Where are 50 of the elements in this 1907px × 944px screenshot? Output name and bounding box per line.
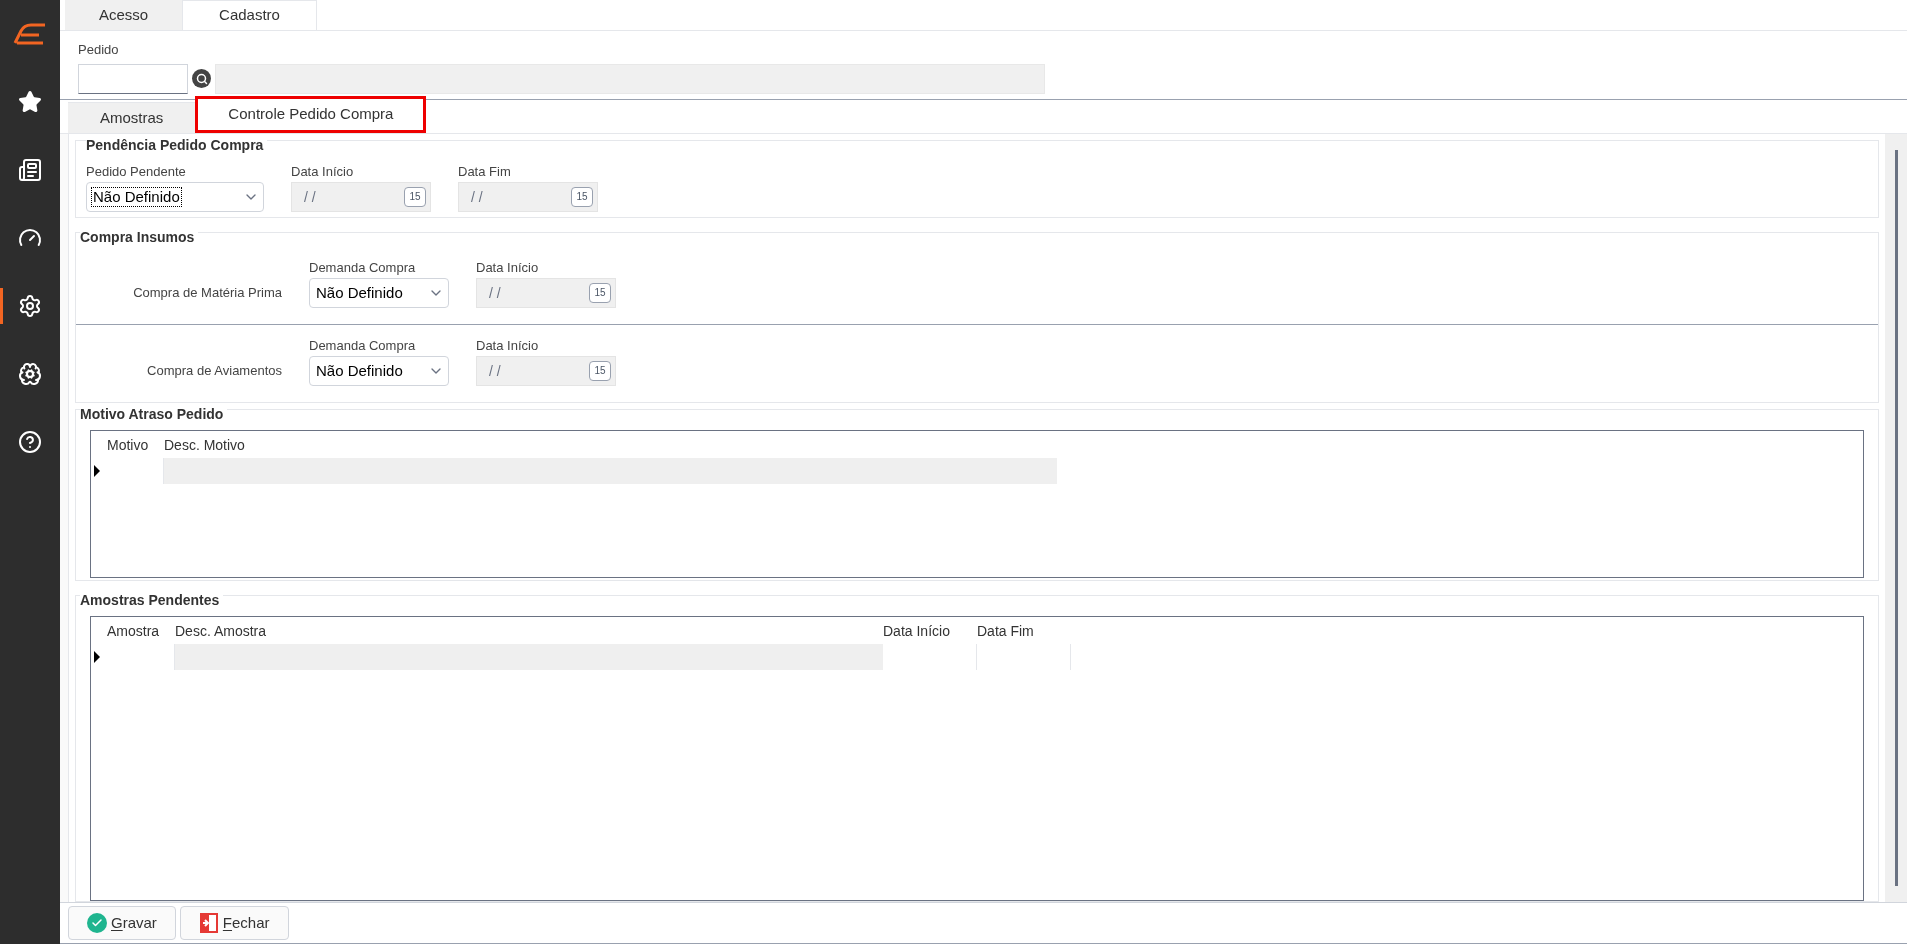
date-field[interactable]: / / 15 [476, 278, 616, 308]
row-indicator-icon [93, 651, 101, 663]
save-button[interactable]: Gravar [68, 906, 176, 940]
active-indicator [0, 288, 3, 324]
search-button[interactable] [192, 69, 211, 88]
section-title: Amostras Pendentes [80, 592, 224, 608]
scrollbar[interactable] [1885, 134, 1907, 902]
field-label: Data Início [476, 339, 540, 352]
dropdown[interactable]: Não Definido [86, 182, 264, 212]
exit-icon [198, 912, 219, 934]
date-field[interactable]: / / 15 [291, 182, 431, 212]
column-header[interactable]: Data Fim [977, 621, 1071, 642]
row-label: Compra de Matéria Prima [133, 284, 282, 303]
field-label: Demanda Compra [309, 339, 417, 352]
column-header[interactable]: Desc. Amostra [175, 621, 883, 642]
column-header[interactable]: Data Início [883, 621, 977, 642]
field-label: Data Fim [458, 165, 512, 178]
calendar-icon[interactable]: 15 [589, 283, 611, 303]
tab[interactable]: Controle Pedido Compra [195, 96, 427, 133]
column-header[interactable]: Amostra [107, 621, 175, 642]
tab[interactable]: Amostras [68, 102, 196, 133]
dropdown[interactable]: Não Definido [309, 356, 449, 386]
row-indicator-icon [93, 465, 101, 477]
field-label: Data Início [291, 165, 355, 178]
check-icon [87, 913, 107, 933]
calendar-icon[interactable]: 15 [404, 187, 426, 207]
star-icon[interactable] [18, 90, 42, 114]
dropdown[interactable]: Não Definido [309, 278, 449, 308]
section-title: Compra Insumos [80, 229, 199, 245]
order-input[interactable] [78, 63, 188, 94]
close-button[interactable]: Fechar [179, 906, 289, 940]
section-title: Pendência Pedido Compra [86, 137, 268, 153]
field-label: Data Início [476, 261, 540, 274]
column-header[interactable]: Motivo [107, 435, 164, 456]
tab[interactable]: Cadastro [182, 0, 317, 30]
help-icon[interactable] [18, 430, 42, 454]
calendar-icon[interactable]: 15 [589, 361, 611, 381]
field-label: Pedido Pendente [86, 165, 187, 178]
date-field[interactable]: / / 15 [476, 356, 616, 386]
tab[interactable]: Acesso [65, 0, 182, 30]
field-label: Demanda Compra [309, 261, 417, 274]
settings-icon[interactable] [18, 294, 42, 318]
section-title: Motivo Atraso Pedido [80, 406, 228, 422]
head-gear-icon[interactable] [18, 362, 42, 386]
row-label: Compra de Aviamentos [147, 362, 282, 381]
column-header[interactable]: Desc. Motivo [164, 435, 1057, 456]
field-label: Pedido [78, 41, 120, 59]
date-field[interactable]: / / 15 [458, 182, 598, 212]
logo-icon [13, 23, 47, 45]
calendar-icon[interactable]: 15 [571, 187, 593, 207]
